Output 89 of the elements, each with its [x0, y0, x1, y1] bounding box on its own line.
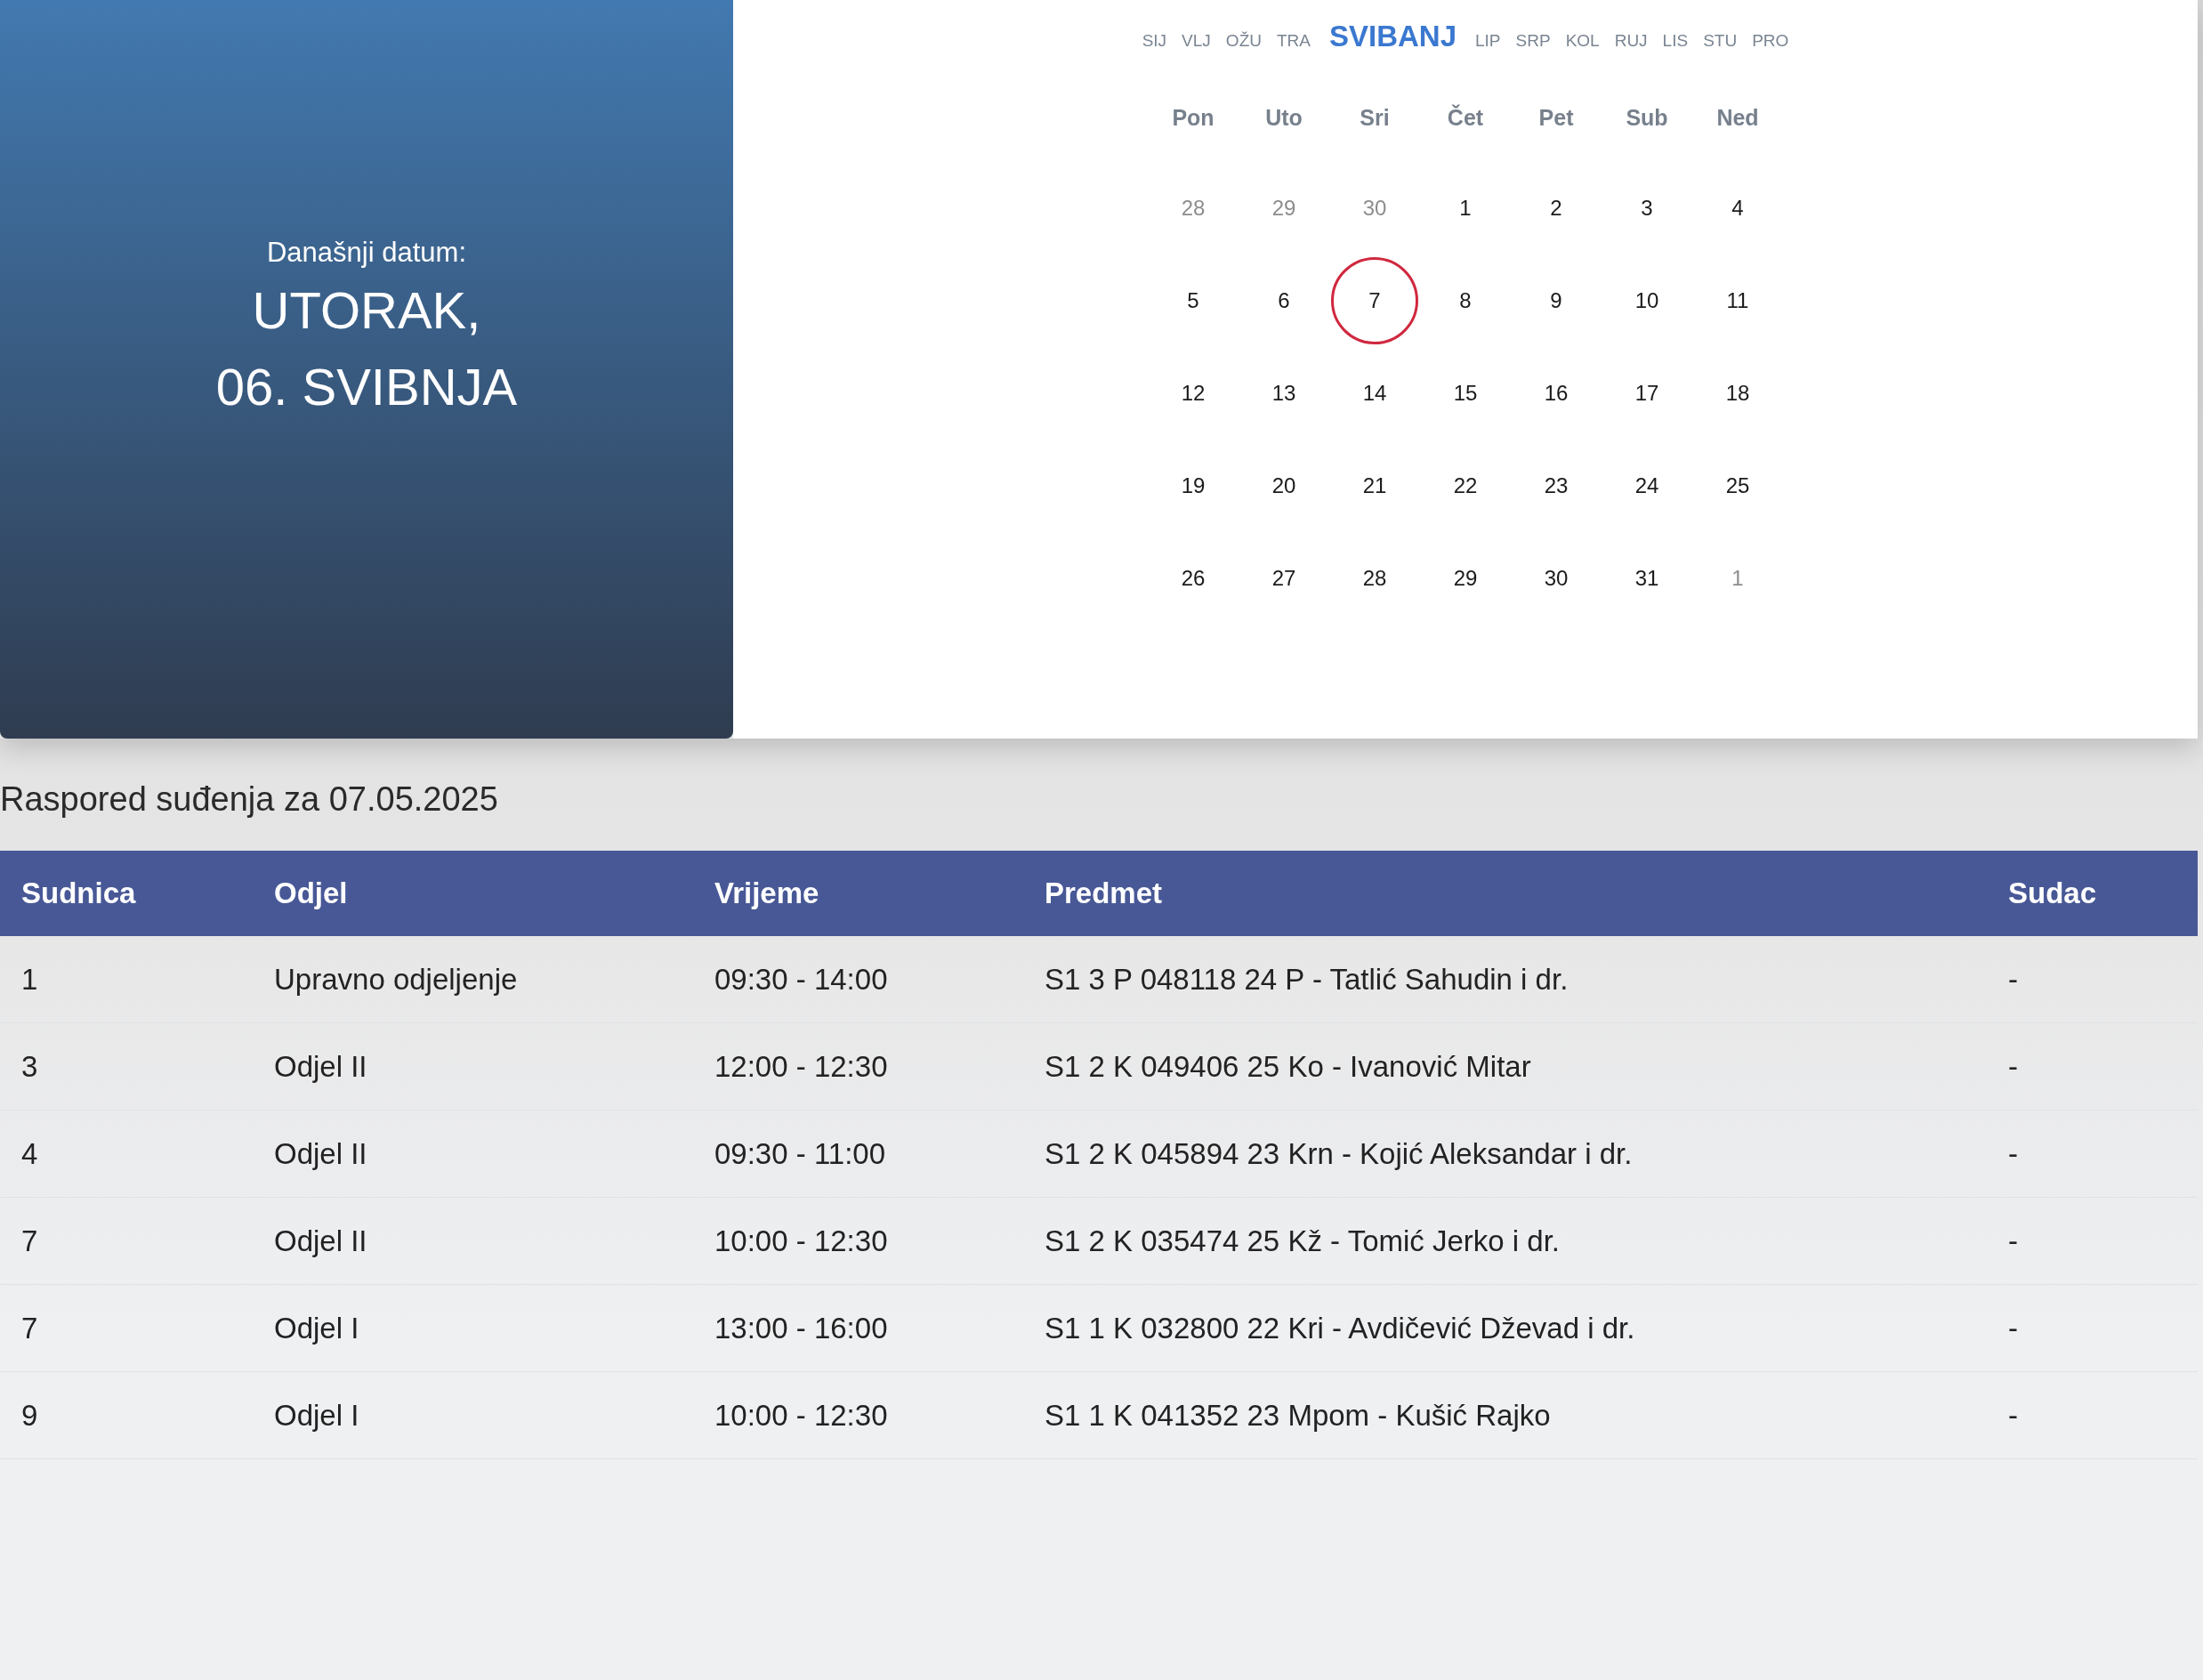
schedule-title: Raspored suđenja za 07.05.2025	[0, 779, 498, 820]
calendar-day[interactable]: 28	[1334, 537, 1416, 619]
column-header: Predmet	[1044, 876, 1164, 910]
column-header: Odjel	[273, 876, 349, 910]
table-cell-text: -	[2007, 1049, 2019, 1084]
calendar-day[interactable]: 24	[1606, 445, 1688, 527]
column-header: Sudnica	[20, 876, 137, 910]
table-cell-text: Odjel II	[273, 1224, 368, 1258]
calendar-day[interactable]: 19	[1152, 445, 1234, 527]
weekday-text: UTORAK,	[252, 280, 481, 341]
date-text: 06. SVIBNJA	[215, 357, 518, 417]
month-tab[interactable]: SVIBANJ	[1328, 20, 1457, 53]
table-cell-text: S1 2 K 049406 25 Ko - Ivanović Mitar	[1044, 1049, 1532, 1084]
calendar-day[interactable]: 16	[1515, 352, 1597, 434]
calendar-day[interactable]: 29	[1424, 537, 1506, 619]
table-cell-text: 10:00 - 12:30	[714, 1398, 889, 1433]
calendar-day[interactable]: 10	[1606, 260, 1688, 342]
table-cell-text: 9	[20, 1398, 39, 1433]
month-tab[interactable]: SRP	[1515, 31, 1551, 51]
calendar-day[interactable]: 13	[1243, 352, 1325, 434]
table-cell-text: Odjel II	[273, 1049, 368, 1084]
calendar-day[interactable]: 23	[1515, 445, 1597, 527]
calendar-day[interactable]: 3	[1606, 167, 1688, 249]
month-tab[interactable]: STU	[1703, 31, 1738, 51]
calendar-day[interactable]: 17	[1606, 352, 1688, 434]
calendar-day[interactable]: 4	[1697, 167, 1779, 249]
calendar-day[interactable]: 21	[1334, 445, 1416, 527]
table-cell-text: Odjel I	[273, 1398, 360, 1433]
weekday-header: Sri	[1359, 104, 1391, 132]
month-tab[interactable]: LIS	[1662, 31, 1689, 51]
table-cell-text: 09:30 - 11:00	[714, 1136, 887, 1171]
calendar-day[interactable]: 18	[1697, 352, 1779, 434]
month-tab[interactable]: KOL	[1565, 31, 1600, 51]
month-tab[interactable]: TRA	[1276, 31, 1311, 51]
table-cell-text: 09:30 - 14:00	[714, 962, 889, 997]
weekday-header: Pon	[1171, 104, 1215, 132]
weekday-header: Čet	[1446, 103, 1485, 132]
month-tab[interactable]: OŽU	[1225, 31, 1262, 51]
calendar-day[interactable]: 20	[1243, 445, 1325, 527]
calendar-day[interactable]: 12	[1152, 352, 1234, 434]
calendar-day[interactable]: 27	[1243, 537, 1325, 619]
table-cell-text: S1 1 K 041352 23 Mpom - Kušić Rajko	[1044, 1398, 1552, 1433]
calendar-day[interactable]: 11	[1697, 260, 1779, 342]
calendar-day[interactable]: 25	[1697, 445, 1779, 527]
table-cell-text: 13:00 - 16:00	[714, 1311, 889, 1345]
calendar-day[interactable]: 15	[1424, 352, 1506, 434]
month-tab[interactable]: LIP	[1475, 31, 1501, 51]
table-cell-text: S1 3 P 048118 24 P - Tatlić Sahudin i dr.	[1044, 962, 1570, 997]
date-label: Današnji datum:	[267, 236, 466, 270]
weekday-header: Uto	[1264, 104, 1303, 132]
table-cell-text: Odjel II	[273, 1136, 368, 1171]
table-cell-text: 10:00 - 12:30	[714, 1224, 889, 1258]
table-cell-text: -	[2007, 1311, 2019, 1345]
calendar-day[interactable]: 31	[1606, 537, 1688, 619]
table-cell-text: S1 2 K 035474 25 Kž - Tomić Jerko i dr.	[1044, 1224, 1561, 1258]
weekday-header: Sub	[1625, 104, 1669, 132]
calendar-day[interactable]: 1	[1424, 167, 1506, 249]
calendar-day[interactable]: 5	[1152, 260, 1234, 342]
calendar-day[interactable]: 6	[1243, 260, 1325, 342]
table-cell-text: 7	[20, 1311, 39, 1345]
column-header: Sudac	[2007, 876, 2098, 910]
calendar-day[interactable]: 8	[1424, 260, 1506, 342]
calendar-day[interactable]: 26	[1152, 537, 1234, 619]
table-cell-text: 7	[20, 1224, 39, 1258]
month-tab[interactable]: RUJ	[1614, 31, 1648, 51]
table-cell-text: 1	[20, 962, 39, 997]
table-cell-text: S1 1 K 032800 22 Kri - Avdičević Dževad i dr.	[1044, 1311, 1636, 1345]
table-cell-text: Upravno odjeljenje	[273, 962, 519, 997]
month-tab[interactable]: VLJ	[1182, 31, 1211, 51]
calendar-day[interactable]: 9	[1515, 260, 1597, 342]
today-day[interactable]: 7	[1331, 257, 1418, 344]
month-tab[interactable]: SIJ	[1142, 31, 1167, 51]
table-cell-text: -	[2007, 1136, 2019, 1171]
table-cell-text: -	[2007, 1224, 2019, 1258]
table-cell-text: Odjel I	[273, 1311, 360, 1345]
table-cell-text: -	[2007, 1398, 2019, 1433]
table-cell-text: 4	[20, 1136, 39, 1171]
calendar-day[interactable]: 22	[1424, 445, 1506, 527]
column-header: Vrijeme	[714, 876, 820, 910]
table-cell-text: -	[2007, 962, 2019, 997]
table-cell-text: S1 2 K 045894 23 Krn - Kojić Aleksandar i dr.	[1044, 1136, 1634, 1171]
calendar-day[interactable]: 30	[1515, 537, 1597, 619]
weekday-header: Ned	[1715, 104, 1760, 132]
month-tab[interactable]: PRO	[1752, 31, 1789, 51]
weekday-header: Pet	[1537, 104, 1575, 132]
table-cell-text: 12:00 - 12:30	[714, 1049, 889, 1084]
calendar-day[interactable]: 2	[1515, 167, 1597, 249]
table-cell-text: 3	[20, 1049, 39, 1084]
calendar-day[interactable]: 14	[1334, 352, 1416, 434]
